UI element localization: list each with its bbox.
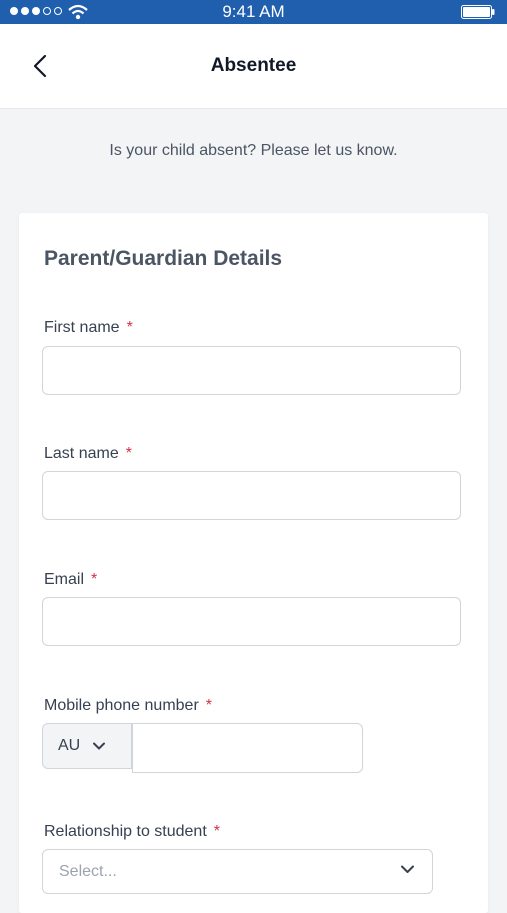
mobile-label: Mobile phone number * [44,697,212,715]
status-time: 9:41 AM [222,2,285,21]
section-title: Parent/Guardian Details [44,247,283,270]
required-marker: * [126,319,133,336]
last-name-input[interactable] [42,471,461,520]
relationship-select[interactable]: Select... [42,849,433,894]
first-name-input[interactable] [42,346,461,395]
email-input[interactable] [42,597,461,646]
mobile-label-text: Mobile phone number [44,697,199,714]
relationship-placeholder: Select... [59,863,117,880]
page-title: Absentee [210,55,297,76]
country-code-select[interactable]: AU [42,723,132,769]
email-label: Email * [44,571,97,589]
relationship-label: Relationship to student * [44,823,220,841]
battery-icon [461,5,495,19]
last-name-label-text: Last name [44,445,119,462]
first-name-label: First name * [44,319,133,337]
parent-details-card: Parent/Guardian Details First name * Last… [19,213,488,913]
mobile-phone-input[interactable] [132,723,363,773]
required-marker: * [91,571,98,588]
email-label-text: Email [44,571,85,588]
chevron-down-icon [401,865,414,873]
app-header: Absentee [0,24,507,109]
status-bar: 9:41 AM [0,0,507,24]
required-marker: * [125,445,132,462]
required-marker: * [213,823,221,840]
page-subtitle: Is your child absent? Please let us know… [109,142,398,159]
relationship-label-text: Relationship to student [44,823,207,840]
first-name-label-text: First name [44,319,120,336]
last-name-label: Last name * [44,445,132,463]
chevron-down-icon [93,742,106,750]
required-marker: * [205,697,212,714]
country-code-value: AU [58,737,81,754]
